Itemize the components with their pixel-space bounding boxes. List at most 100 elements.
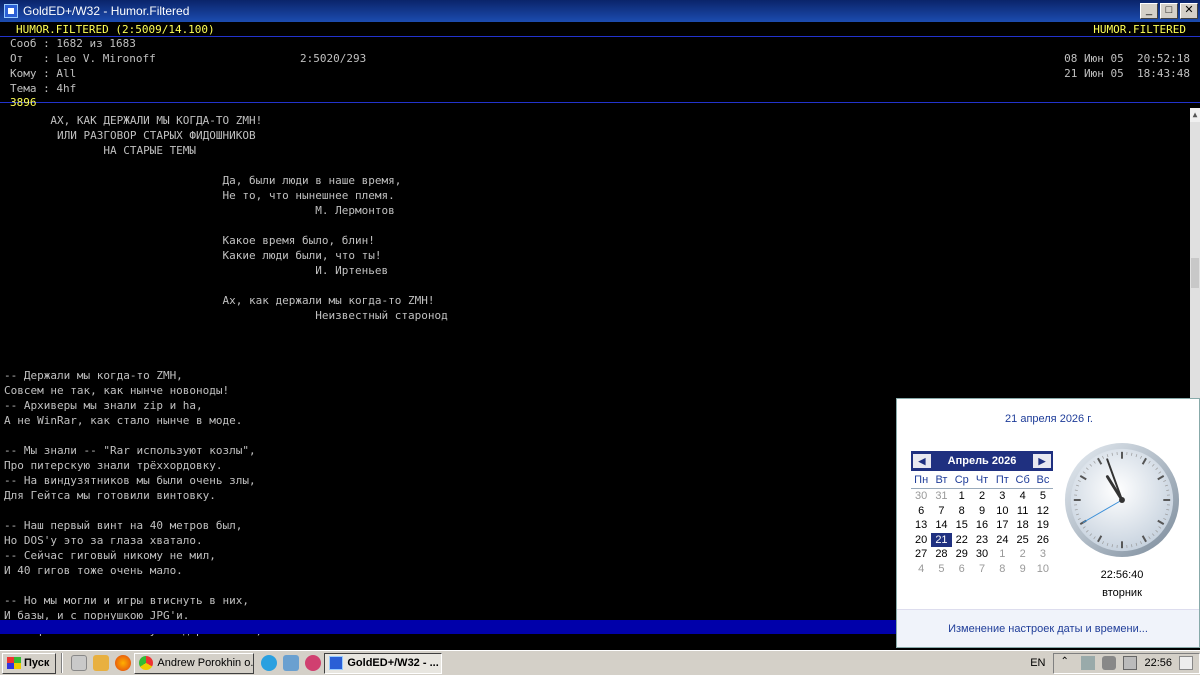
area-name-right: HUMOR.FILTERED	[1093, 23, 1186, 36]
calendar-day[interactable]: 7	[972, 562, 992, 577]
from-line: От : Leo V. Mironoff	[10, 52, 156, 65]
body-line: Неизвестный старонод	[4, 309, 448, 322]
folder-icon[interactable]	[93, 655, 110, 671]
body-line: НА СТАРЫЕ ТЕМЫ	[4, 144, 197, 157]
tray-expand-icon[interactable]: ⌃	[1060, 656, 1074, 670]
tray-time[interactable]: 22:56	[1144, 657, 1172, 669]
message-number: 3896	[10, 96, 37, 109]
telegram-icon[interactable]	[261, 655, 278, 671]
calendar-day[interactable]: 5	[931, 562, 951, 577]
task-golded[interactable]: GoldED+/W32 - ...	[324, 652, 443, 674]
weekday-header: Пт	[992, 473, 1013, 489]
close-button[interactable]: ✕	[1180, 3, 1198, 19]
volume-icon[interactable]	[1102, 656, 1117, 670]
calendar-day[interactable]: 9	[1012, 562, 1032, 577]
calendar-day[interactable]: 3	[1033, 547, 1053, 562]
calendar-day[interactable]: 12	[1033, 504, 1053, 519]
body-line: -- Держали мы когда-то ZMH,	[4, 369, 183, 382]
calendar-day[interactable]: 13	[911, 518, 931, 533]
body-line: И. Иртеньев	[4, 264, 389, 277]
full-date-link[interactable]: 21 апреля 2026 г.	[897, 413, 1200, 425]
area-name-left: HUMOR.FILTERED (2:5009/14.100)	[16, 23, 215, 36]
calendar-day[interactable]: 6	[952, 562, 972, 577]
calendar-day[interactable]: 20	[911, 533, 931, 548]
calendar-day[interactable]: 6	[911, 504, 931, 519]
clock-weekday: вторник	[1102, 587, 1142, 599]
chrome-icon	[139, 656, 154, 670]
calendar-day[interactable]: 15	[952, 518, 972, 533]
window-title-bar[interactable]: GoldED+/W32 - Humor.Filtered _ □ ✕	[0, 0, 1200, 22]
calendar-day[interactable]: 1	[992, 547, 1012, 562]
body-line: -- Наш первый винт на 40 метров был,	[4, 519, 243, 532]
calendar-day[interactable]: 4	[911, 562, 931, 577]
calendar-day[interactable]: 30	[972, 547, 992, 562]
network-icon[interactable]	[1081, 656, 1096, 670]
golded-task-icon	[329, 656, 344, 670]
minimize-button[interactable]: _	[1140, 3, 1158, 19]
notifications-icon[interactable]	[1179, 656, 1193, 670]
calendar-day[interactable]: 19	[1033, 518, 1053, 533]
action-center-icon[interactable]	[1123, 656, 1138, 670]
calendar-grid: Пн Вт Ср Чт Пт Сб Вс 30 31 1 2 3 4 5 6 7 8 9 10 11 12 13 14 15 1…	[911, 473, 1054, 577]
calendar-day[interactable]: 2	[1012, 547, 1032, 562]
calendar-day[interactable]: 25	[1012, 533, 1032, 548]
weekday-header: Ср	[951, 473, 972, 489]
scroll-thumb[interactable]	[1191, 258, 1199, 288]
calendar-day[interactable]: 27	[911, 547, 931, 562]
calendar-day[interactable]: 10	[1033, 562, 1053, 577]
calendar-day[interactable]: 5	[1033, 489, 1053, 504]
taskbar: Пуск Andrew Porokhin o... GoldED+/W32 - …	[0, 650, 1200, 675]
header-divider-top	[0, 36, 1200, 37]
calendar-day[interactable]: 4	[1012, 489, 1032, 504]
calendar-day[interactable]: 28	[931, 547, 951, 562]
calendar-day[interactable]: 3	[992, 489, 1012, 504]
calendar-day[interactable]: 16	[972, 518, 992, 533]
calendar-day[interactable]: 2	[972, 489, 992, 504]
month-label: Апрель 2026	[947, 455, 1017, 467]
body-line: -- Архиверы мы знали zip и ha,	[4, 399, 203, 412]
change-datetime-settings-link[interactable]: Изменение настроек даты и времени...	[897, 623, 1199, 635]
calendar-day[interactable]: 26	[1033, 533, 1053, 548]
firefox-icon[interactable]	[115, 655, 132, 671]
calendar-day[interactable]: 14	[931, 518, 951, 533]
calendar-day[interactable]: 9	[972, 504, 992, 519]
body-line: Совсем не так, как нынче новоноды!	[4, 384, 230, 397]
tool-icon[interactable]	[305, 655, 322, 671]
next-month-icon[interactable]: ▶	[1032, 454, 1051, 468]
start-button[interactable]: Пуск	[2, 652, 57, 674]
weekday-header: Вт	[931, 473, 952, 489]
show-desktop-icon[interactable]	[71, 655, 88, 671]
calendar-day[interactable]: 7	[931, 504, 951, 519]
body-line: АХ, КАК ДЕРЖАЛИ МЫ КОГДА-ТО ZMH!	[4, 114, 263, 127]
scroll-up-icon[interactable]: ▲	[1190, 108, 1200, 122]
calendar-day[interactable]: 24	[992, 533, 1012, 548]
body-line: Какое время было, блин!	[4, 234, 375, 247]
calendar-day[interactable]: 11	[1012, 504, 1032, 519]
calendar-day[interactable]: 8	[952, 504, 972, 519]
language-indicator[interactable]: EN	[1030, 657, 1045, 669]
start-label: Пуск	[24, 657, 50, 669]
maximize-button[interactable]: □	[1160, 3, 1178, 19]
calendar-day[interactable]: 1	[952, 489, 972, 504]
body-line: -- Мы знали -- "Rar используют козлы",	[4, 444, 256, 457]
body-line: А не WinRar, как стало нынче в моде.	[4, 414, 243, 427]
calendar-day[interactable]: 21	[931, 532, 952, 547]
network-app-icon[interactable]	[283, 655, 300, 671]
calendar-day[interactable]: 30	[911, 489, 931, 504]
calendar-day[interactable]: 29	[952, 547, 972, 562]
calendar-day[interactable]: 23	[972, 533, 992, 548]
golded-app-icon	[4, 4, 18, 18]
calendar-day[interactable]: 22	[952, 533, 972, 548]
body-line: И 40 гигов тоже очень мало.	[4, 564, 183, 577]
weekday-header: Пн	[911, 473, 932, 489]
task-golded-label: GoldED+/W32 - ...	[347, 657, 439, 669]
calendar-day[interactable]: 10	[992, 504, 1012, 519]
task-chrome[interactable]: Andrew Porokhin o...	[134, 652, 255, 674]
clock-time: 22:56:40	[1100, 569, 1144, 581]
calendar-day[interactable]: 31	[931, 489, 951, 504]
system-tray: ⌃ 22:56	[1053, 652, 1200, 674]
calendar-day[interactable]: 8	[992, 562, 1012, 577]
prev-month-icon[interactable]: ◀	[913, 454, 931, 468]
calendar-day[interactable]: 17	[992, 518, 1012, 533]
calendar-day[interactable]: 18	[1012, 518, 1032, 533]
